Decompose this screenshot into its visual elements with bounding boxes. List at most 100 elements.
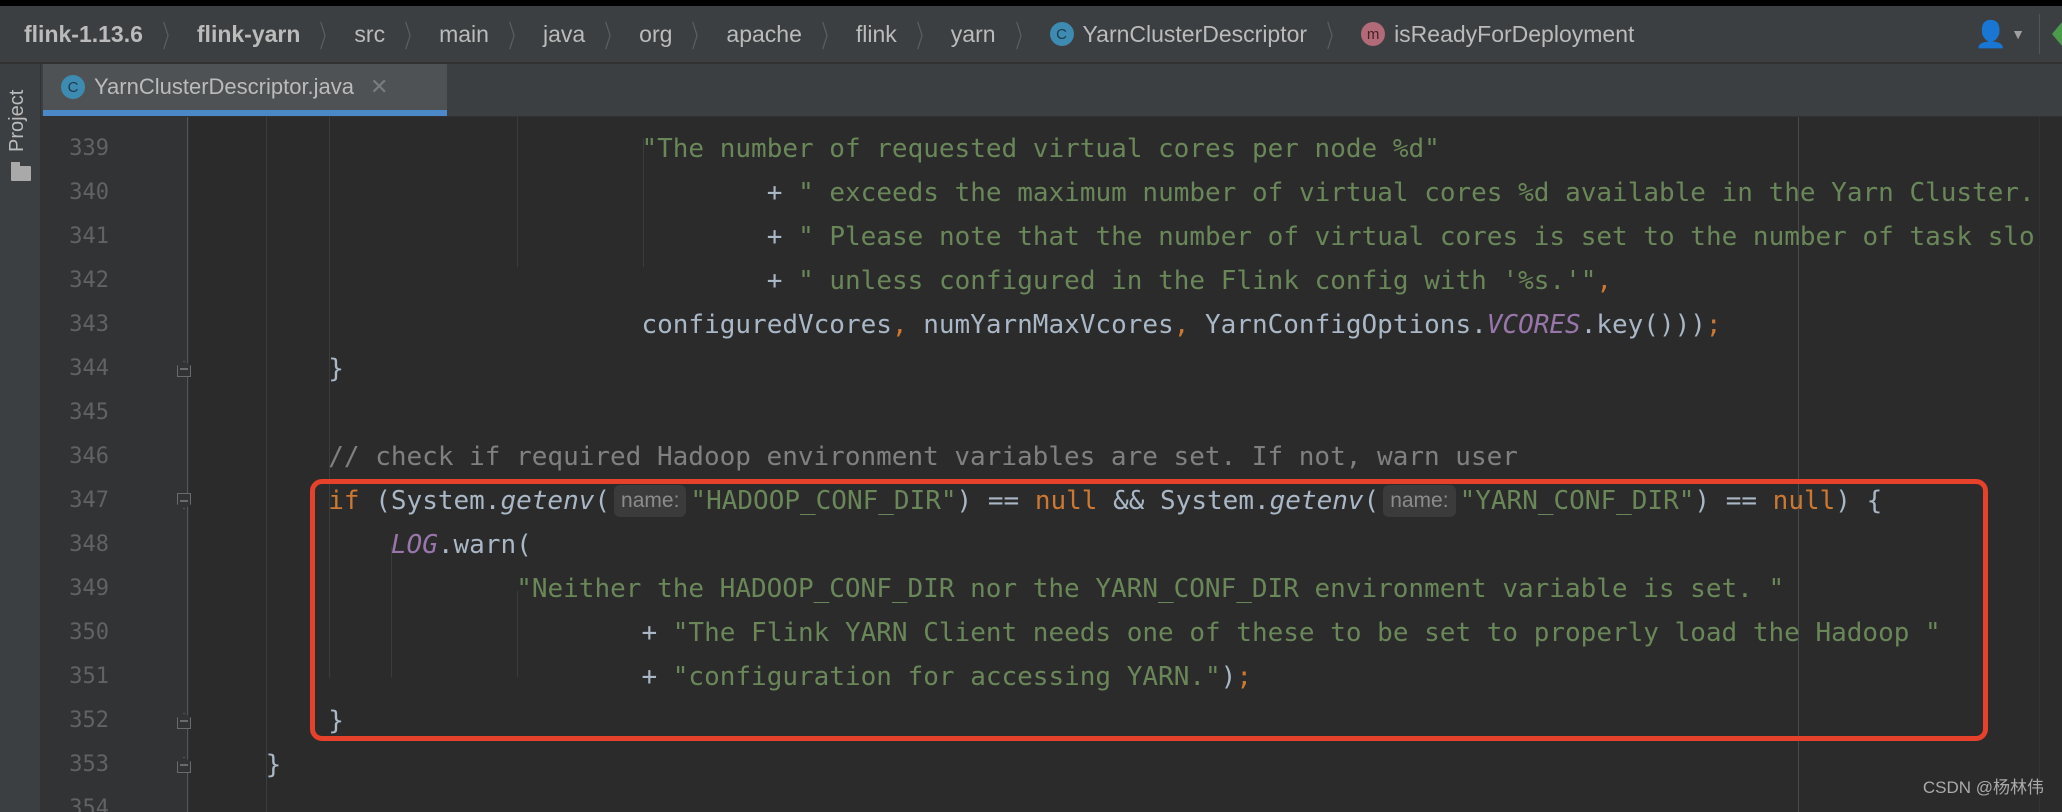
- breadcrumb-item[interactable]: org: [639, 21, 672, 48]
- breadcrumb-item[interactable]: flink-1.13.6: [24, 21, 143, 48]
- code-token: " exceeds the maximum number of virtual …: [798, 178, 2035, 208]
- highlight-box: [310, 479, 1988, 741]
- breadcrumb-item[interactable]: flink: [856, 21, 897, 48]
- code-token: ,: [1173, 310, 1205, 340]
- breadcrumb-separator-icon: 〉: [604, 21, 620, 54]
- code-token: // check if required Hadoop environment …: [328, 442, 1518, 472]
- class-icon: C: [1049, 22, 1074, 46]
- line-number: 340: [69, 180, 109, 205]
- line-number: 341: [69, 224, 109, 249]
- code-token: YarnConfigOptions.: [1205, 310, 1487, 340]
- breadcrumb-item[interactable]: main: [439, 21, 489, 48]
- fold-marker-icon[interactable]: [177, 713, 191, 729]
- breadcrumb-separator-icon: 〉: [1015, 21, 1031, 54]
- breadcrumb-item[interactable]: flink-yarn: [197, 21, 301, 48]
- code-line: 341 + " Please note that the number of vi…: [0, 215, 2040, 259]
- line-number: 339: [69, 136, 109, 161]
- code-line: 343 configuredVcores, numYarnMaxVcores, Y…: [0, 303, 2040, 347]
- breadcrumb-item[interactable]: apache: [726, 21, 801, 48]
- code-line: 346 // check if required Hadoop environme…: [0, 435, 2040, 479]
- class-icon: C: [61, 75, 85, 99]
- code-token: }: [328, 354, 344, 384]
- navigation-bar: flink-1.13.6 〉 flink-yarn 〉 src 〉 main 〉 java 〉 or…: [0, 6, 2062, 64]
- breadcrumb-separator-icon: 〉: [691, 21, 707, 54]
- code-token: +: [766, 266, 799, 296]
- breadcrumb-label: flink-yarn: [196, 20, 301, 47]
- breadcrumb-item[interactable]: m isReadyForDeployment: [1361, 21, 1634, 48]
- breadcrumb-separator-icon: 〉: [404, 21, 420, 54]
- breadcrumb-separator-icon: 〉: [319, 21, 335, 54]
- code-line: 354: [0, 787, 2040, 812]
- breadcrumb-label: flink: [855, 20, 897, 47]
- code-text: + " exceeds the maximum number of virtua…: [767, 171, 2035, 215]
- code-line: 344}: [0, 347, 2040, 391]
- line-number: 347: [69, 488, 109, 513]
- breadcrumb-separator-icon: 〉: [162, 21, 178, 54]
- line-number: 352: [69, 708, 109, 733]
- line-number: 354: [69, 796, 109, 812]
- breadcrumb-item[interactable]: C YarnClusterDescriptor: [1049, 21, 1307, 48]
- breadcrumb-label: main: [439, 20, 489, 47]
- code-token: VCORES: [1486, 310, 1581, 340]
- chevron-down-icon[interactable]: ▼: [2011, 26, 2025, 42]
- code-token: ,: [891, 310, 924, 340]
- line-number: 353: [69, 752, 109, 777]
- breadcrumb-label: java: [542, 20, 586, 47]
- line-number: 345: [69, 400, 109, 425]
- scrollbar[interactable]: [2039, 117, 2062, 812]
- code-text: configuredVcores, numYarnMaxVcores, Yarn…: [641, 303, 1721, 347]
- breadcrumb-label: yarn: [950, 20, 996, 47]
- line-number: 348: [69, 532, 109, 557]
- tab-label: YarnClusterDescriptor.java: [94, 74, 355, 99]
- breadcrumb: flink-1.13.6 〉 flink-yarn 〉 src 〉 main 〉 java 〉 or…: [0, 12, 1634, 56]
- navbar-actions: 👤 ▼: [1975, 6, 2062, 62]
- breadcrumb-separator-icon: 〉: [916, 21, 932, 54]
- code-text: // check if required Hadoop environment …: [328, 435, 1518, 479]
- code-line: 342 + " unless configured in the Flink co…: [0, 259, 2040, 303]
- code-text: }: [266, 743, 282, 787]
- line-number: 349: [69, 576, 109, 601]
- code-token: configuredVcores: [641, 310, 892, 340]
- code-text: }: [328, 347, 344, 391]
- watermark: CSDN @杨林伟: [1922, 778, 2044, 797]
- method-icon: m: [1361, 22, 1386, 46]
- editor-tab-bar: C YarnClusterDescriptor.java ✕: [41, 64, 2062, 117]
- line-number: 342: [69, 268, 109, 293]
- code-token: +: [766, 222, 799, 252]
- code-text: "The number of requested virtual cores p…: [641, 127, 1439, 171]
- code-token: " unless configured in the Flink config …: [798, 266, 1597, 296]
- line-number: 343: [69, 312, 109, 337]
- build-icon[interactable]: [2052, 22, 2062, 46]
- code-token: numYarnMaxVcores: [923, 310, 1174, 340]
- code-token: "The number of requested virtual cores p…: [641, 134, 1440, 164]
- code-token: ,: [1596, 266, 1613, 296]
- fold-marker-icon[interactable]: [177, 757, 191, 773]
- tab-yarnclusterdescriptor[interactable]: C YarnClusterDescriptor.java ✕: [43, 64, 447, 116]
- close-icon[interactable]: ✕: [370, 74, 388, 100]
- breadcrumb-item[interactable]: yarn: [951, 21, 996, 48]
- breadcrumb-item[interactable]: java: [543, 21, 585, 48]
- breadcrumb-item[interactable]: src: [354, 21, 385, 48]
- breadcrumb-separator-icon: 〉: [821, 21, 837, 54]
- code-line: 340 + " exceeds the maximum number of vir…: [0, 171, 2040, 215]
- fold-marker-icon[interactable]: [177, 361, 191, 377]
- breadcrumb-separator-icon: 〉: [1326, 21, 1342, 54]
- breadcrumb-label: isReadyForDeployment: [1394, 20, 1635, 47]
- breadcrumb-label: apache: [726, 20, 802, 47]
- code-token: ;: [1705, 310, 1722, 340]
- code-token: +: [766, 178, 799, 208]
- breadcrumb-label: src: [354, 20, 386, 47]
- fold-marker-icon[interactable]: [177, 493, 191, 509]
- line-number: 351: [69, 664, 109, 689]
- code-token: }: [265, 750, 282, 780]
- code-token: .key())): [1580, 310, 1706, 340]
- code-text: + " unless configured in the Flink confi…: [767, 259, 1612, 303]
- divider: [2039, 14, 2040, 54]
- breadcrumb-label: flink-1.13.6: [24, 20, 143, 47]
- breadcrumb-separator-icon: 〉: [508, 21, 524, 54]
- code-line: 345: [0, 391, 2040, 435]
- line-number: 344: [69, 356, 109, 381]
- code-line: 339 "The number of requested virtual core…: [0, 127, 2040, 171]
- line-number: 350: [69, 620, 109, 645]
- user-icon[interactable]: 👤: [1975, 19, 2007, 50]
